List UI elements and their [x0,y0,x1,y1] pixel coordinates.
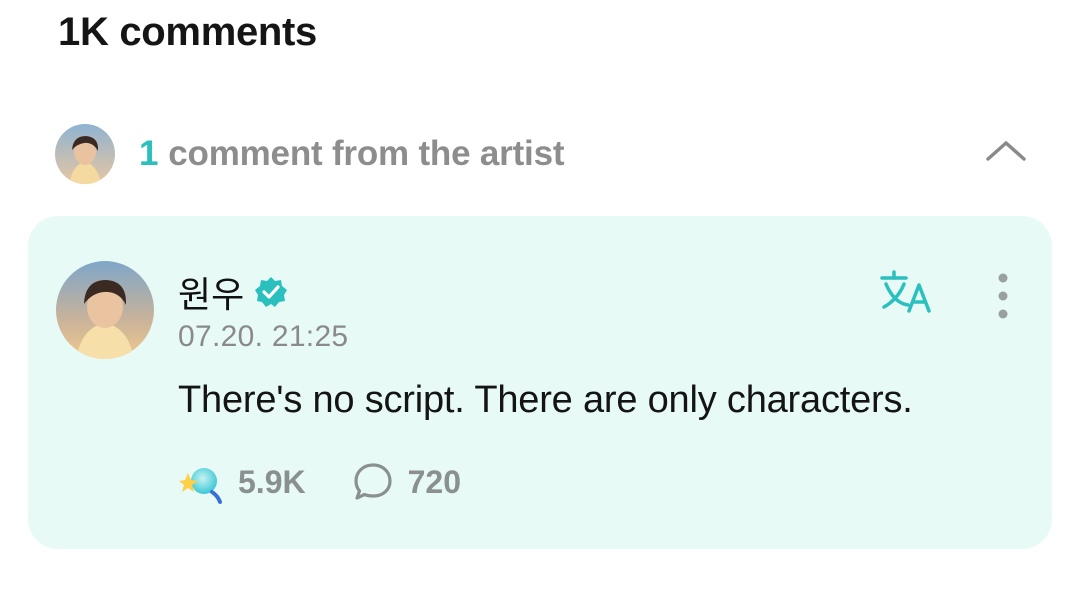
sparkle-like-icon [178,459,224,505]
chevron-up-icon[interactable] [982,131,1030,171]
comment-stats: 5.9K 720 [178,459,461,505]
artist-comments-label: 1 comment from the artist [139,134,564,174]
comments-title: 1K comments [58,10,318,54]
like-count: 5.9K [238,463,306,500]
comment-timestamp: 07.20. 21:25 [178,320,349,353]
artist-comments-toggle[interactable]: 1 comment from the artist [55,123,1030,185]
speech-bubble-icon [352,461,394,503]
author-name[interactable]: 원우 [178,266,244,318]
reply-count: 720 [407,463,461,500]
more-vertical-icon[interactable] [990,271,1016,321]
reply-button[interactable]: 720 [352,461,461,503]
author-avatar[interactable] [56,261,154,359]
artist-comment-text: comment from the artist [168,134,565,173]
verified-badge-icon [254,275,288,309]
translate-icon[interactable] [878,269,934,315]
artist-comment-count: 1 [139,134,159,173]
like-button[interactable]: 5.9K [178,459,306,505]
author-line: 원우 [178,266,288,318]
artist-comment-card: 원우 07.20. 21:25 There's no script. There… [28,216,1052,549]
artist-avatar [55,124,115,184]
comment-body: There's no script. There are only charac… [178,379,913,421]
comments-panel: 1K comments 1 comment from the artist 원우… [0,0,1080,608]
